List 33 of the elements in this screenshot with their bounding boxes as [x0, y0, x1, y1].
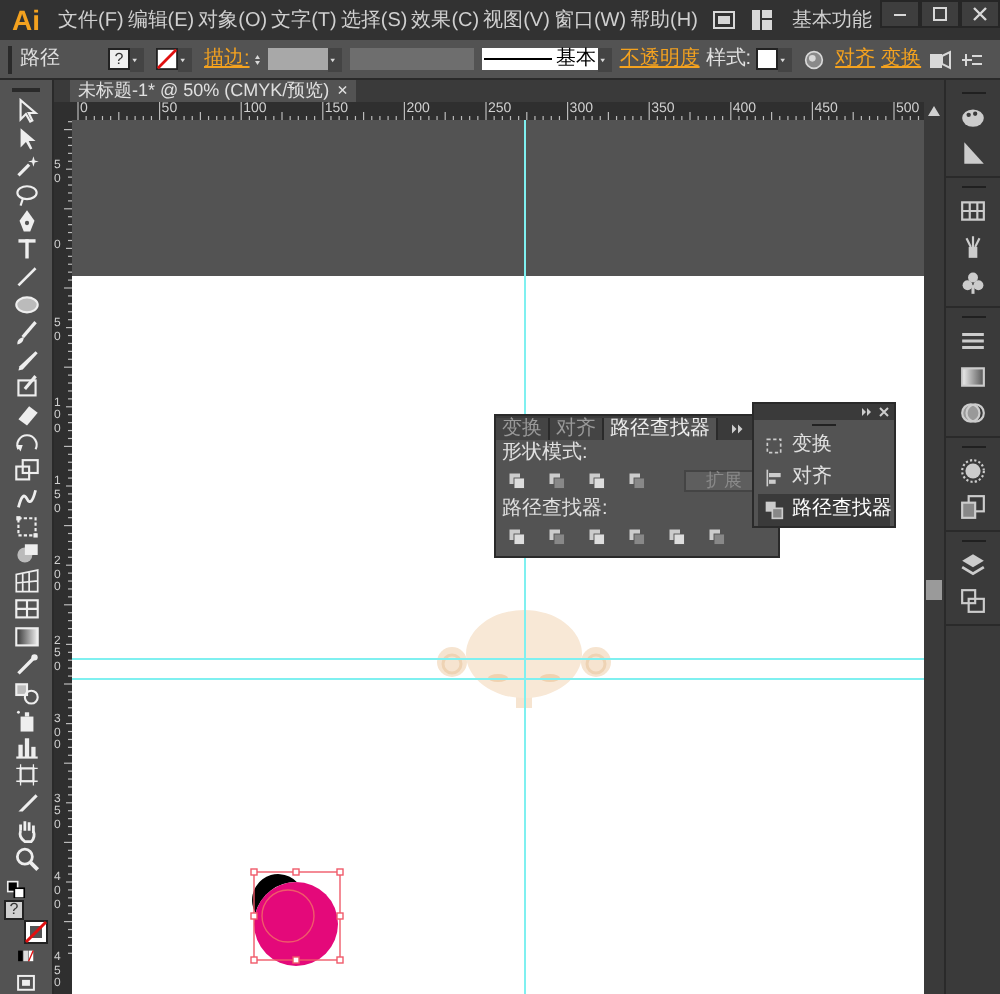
dock-menu-item[interactable]: 对齐: [758, 462, 890, 494]
menu-item[interactable]: 选择(S): [338, 5, 410, 35]
menu-item[interactable]: 帮助(H): [628, 5, 700, 35]
fill-swatch[interactable]: ?: [4, 900, 24, 921]
menu-item[interactable]: 文字(T): [269, 5, 339, 35]
workspace-switcher[interactable]: 基本功能: [791, 5, 872, 35]
opacity-link[interactable]: 不透明度: [619, 44, 700, 74]
panel-tab[interactable]: 路径查找器: [604, 418, 718, 440]
menu-item[interactable]: 效果(C): [409, 5, 482, 35]
selection-type-label: 路径: [20, 46, 62, 74]
transform-link[interactable]: 变换: [881, 44, 922, 74]
dock-menu-item[interactable]: 变换: [758, 430, 890, 462]
menu-item[interactable]: 对象(O): [196, 5, 270, 35]
dock-menu-item[interactable]: 路径查找器: [758, 494, 890, 526]
tab-close-button[interactable]: ×: [337, 82, 348, 100]
stroke-link[interactable]: 描边:: [204, 44, 250, 74]
fill-swatch[interactable]: ?: [108, 48, 130, 70]
dock-menu-label: 变换: [792, 436, 832, 456]
document-tab[interactable]: 未标题-1* @ 50% (CMYK/预览) ×: [70, 80, 356, 102]
menu-item[interactable]: 文件(F): [56, 5, 126, 35]
menu-item[interactable]: 编辑(E): [125, 5, 197, 35]
section-label: 形状模式:: [502, 440, 588, 466]
menu-item[interactable]: 视图(V): [481, 5, 552, 35]
stroke-profile-field[interactable]: 基本: [481, 48, 598, 70]
align-link[interactable]: 对齐: [835, 44, 876, 74]
menu-item[interactable]: 窗口(W): [551, 5, 629, 35]
dock-menu-label: 对齐: [792, 468, 832, 488]
dock-menu-label: 路径查找器: [792, 500, 892, 520]
stroke-profile-value: 基本: [555, 49, 596, 69]
document-title: 未标题-1* @ 50% (CMYK/预览): [78, 82, 330, 100]
app-logo: Ai: [12, 6, 40, 34]
style-label: 样式:: [705, 45, 752, 74]
section-label: 路径查找器:: [502, 496, 608, 522]
